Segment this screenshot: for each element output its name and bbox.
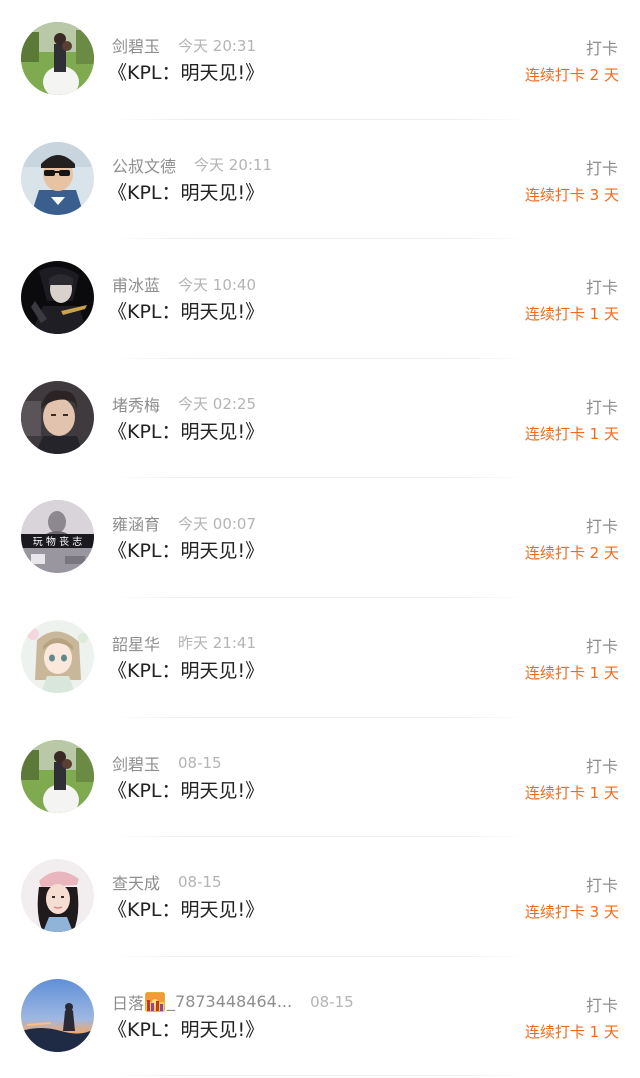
name-line: 查天成 08-15	[112, 871, 222, 893]
sunset-city-emoji-icon	[145, 991, 166, 1012]
timestamp: 08-15	[310, 992, 354, 1011]
name-line: 甫冰蓝 今天 10:40	[112, 272, 257, 296]
list-item[interactable]: 公叔文德 今天 20:11 《KPL：明天见!》 打卡 连续打卡 3 天	[0, 120, 640, 240]
timestamp: 今天 20:11	[194, 156, 273, 175]
timestamp: 08-15	[178, 873, 222, 892]
checkin-title[interactable]: 《KPL：明天见!》	[108, 656, 264, 683]
streak-label: 连续打卡 1 天	[524, 783, 619, 802]
checkin-title[interactable]: 《KPL：明天见!》	[108, 536, 264, 563]
checkin-label: 打卡	[585, 876, 618, 896]
name-line: 剑碧玉 今天 20:31	[112, 33, 257, 57]
streak-label: 连续打卡 3 天	[524, 185, 619, 204]
avatar-girl-beret-icon[interactable]	[21, 859, 94, 933]
checkin-label: 打卡	[585, 756, 618, 776]
name-line: 公叔文德 今天 20:11	[112, 154, 272, 176]
checkin-list: 剑碧玉 今天 20:31 《KPL：明天见!》 打卡 连续打卡 2 天 公叔文德	[0, 0, 640, 1077]
user-name[interactable]: 公叔文德	[112, 153, 176, 177]
streak-label: 连续打卡 1 天	[524, 305, 619, 324]
avatar-wedding-couple-icon[interactable]	[21, 22, 94, 95]
checkin-title[interactable]: 《KPL：明天见!》	[108, 1015, 264, 1042]
user-name[interactable]: 雍涵育	[112, 511, 160, 535]
streak-label: 连续打卡 2 天	[524, 66, 619, 84]
list-item[interactable]: 堵秀梅 今天 02:25 《KPL：明天见!》 打卡 连续打卡 1 天	[0, 359, 640, 479]
user-name[interactable]: 韶星华	[112, 631, 160, 655]
avatar-text-banner-icon[interactable]: 玩 物 丧 志	[21, 500, 94, 574]
list-item[interactable]: 韶星华 昨天 21:41 《KPL：明天见!》 打卡 连续打卡 1 天	[0, 598, 640, 718]
avatar-wedding-couple-icon[interactable]	[21, 739, 94, 813]
checkin-label: 打卡	[585, 158, 618, 178]
streak-label: 连续打卡 1 天	[524, 424, 619, 443]
list-item[interactable]: 剑碧玉 08-15 《KPL：明天见!》 打卡 连续打卡 1 天	[0, 718, 640, 838]
avatar-banner-text: 玩 物 丧 志	[33, 535, 83, 548]
name-line: 雍涵育 今天 00:07	[112, 511, 257, 535]
timestamp: 今天 10:40	[178, 275, 257, 294]
checkin-title[interactable]: 《KPL：明天见!》	[108, 297, 264, 324]
user-name[interactable]: 剑碧玉	[112, 33, 160, 57]
checkin-title[interactable]: 《KPL：明天见!》	[108, 895, 264, 922]
name-line: 堵秀梅 今天 02:25	[112, 393, 256, 415]
checkin-title[interactable]: 《KPL：明天见!》	[108, 776, 264, 803]
user-name[interactable]: 甫冰蓝	[112, 272, 160, 296]
avatar-young-man-icon[interactable]	[21, 380, 94, 454]
avatar-dark-portrait-icon[interactable]	[21, 261, 94, 335]
checkin-label: 打卡	[585, 39, 618, 58]
checkin-label: 打卡	[585, 517, 618, 537]
timestamp: 今天 20:31	[178, 36, 257, 55]
avatar-sunset-sky-icon[interactable]	[21, 978, 94, 1052]
name-line: 剑碧玉 08-15	[112, 752, 222, 774]
timestamp: 08-15	[178, 753, 222, 772]
name-line: 日落 _7873448464... 08-15	[112, 991, 354, 1013]
avatar-anime-girl-icon[interactable]	[21, 619, 94, 693]
list-item[interactable]: 玩 物 丧 志 雍涵育 今天 00:07 《KPL：明天见!》 打卡 连续打卡 …	[0, 478, 640, 598]
user-name-suffix[interactable]: _7873448464...	[167, 992, 292, 1011]
user-name[interactable]: 查天成	[112, 870, 160, 894]
user-name[interactable]: 剑碧玉	[112, 751, 160, 775]
timestamp: 今天 00:07	[178, 514, 257, 533]
streak-label: 连续打卡 1 天	[524, 1022, 619, 1041]
list-item[interactable]: 甫冰蓝 今天 10:40 《KPL：明天见!》 打卡 连续打卡 1 天	[0, 239, 640, 359]
checkin-label: 打卡	[585, 995, 618, 1015]
checkin-label: 打卡	[585, 278, 618, 298]
streak-label: 连续打卡 2 天	[524, 544, 619, 563]
checkin-label: 打卡	[585, 636, 618, 656]
list-item[interactable]: 日落 _7873448464... 08-15 《KPL：明天见!》 打卡 连续…	[0, 957, 640, 1077]
timestamp: 今天 02:25	[178, 395, 257, 414]
row-divider	[112, 1075, 528, 1077]
checkin-title[interactable]: 《KPL：明天见!》	[108, 178, 264, 205]
list-item[interactable]: 查天成 08-15 《KPL：明天见!》 打卡 连续打卡 3 天	[0, 837, 640, 957]
avatar-sunglasses-man-icon[interactable]	[21, 141, 94, 215]
checkin-title[interactable]: 《KPL：明天见!》	[108, 58, 264, 85]
user-name[interactable]: 堵秀梅	[112, 392, 160, 416]
streak-label: 连续打卡 3 天	[524, 903, 619, 922]
user-name-prefix[interactable]: 日落	[112, 990, 144, 1014]
list-item[interactable]: 剑碧玉 今天 20:31 《KPL：明天见!》 打卡 连续打卡 2 天	[0, 0, 640, 120]
timestamp: 昨天 21:41	[178, 634, 257, 653]
checkin-title[interactable]: 《KPL：明天见!》	[108, 417, 264, 444]
name-line: 韶星华 昨天 21:41	[112, 632, 256, 654]
checkin-label: 打卡	[585, 397, 618, 417]
streak-label: 连续打卡 1 天	[524, 663, 619, 682]
